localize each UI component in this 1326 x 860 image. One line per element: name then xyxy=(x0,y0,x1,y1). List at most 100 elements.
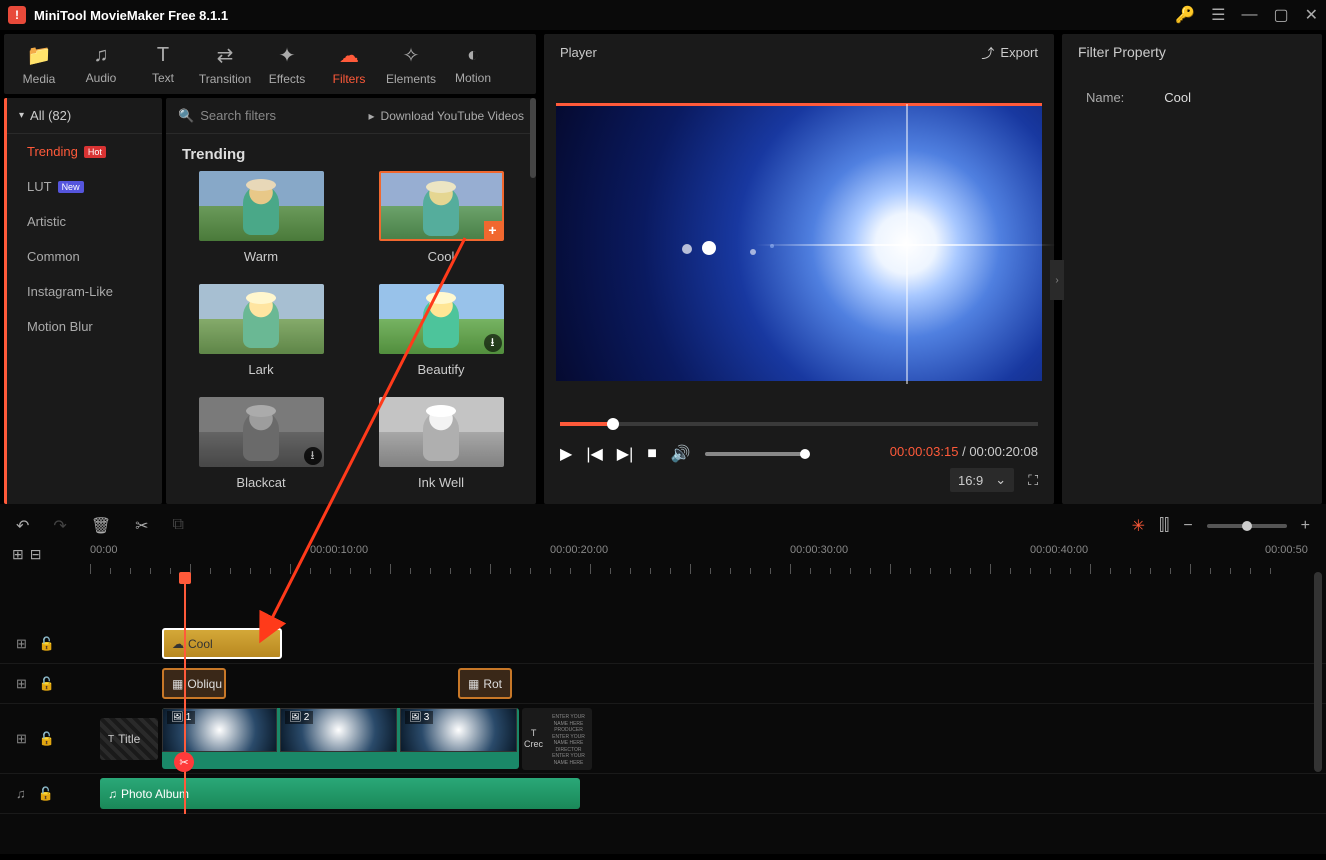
undo-button[interactable]: ↶ xyxy=(16,516,29,536)
app-logo: ! xyxy=(8,6,26,24)
transition-icon: ▦ xyxy=(172,677,183,691)
music-icon: ♫ xyxy=(16,786,26,801)
sidebar-header[interactable]: All (82) xyxy=(7,98,162,134)
image-icon: 🖼 xyxy=(409,712,422,723)
sidebar-item-common[interactable]: Common xyxy=(7,239,162,274)
titlebar: ! MiniTool MovieMaker Free 8.1.1 🔑 ☰ — ▢… xyxy=(0,0,1326,30)
sidebar-item-artistic[interactable]: Artistic xyxy=(7,204,162,239)
scissors-marker[interactable]: ✂ xyxy=(174,752,194,772)
hot-badge: Hot xyxy=(84,146,106,158)
timeline-ruler[interactable]: 00:00 00:00:10:00 00:00:20:00 00:00:30:0… xyxy=(90,544,1326,574)
app-title: MiniTool MovieMaker Free 8.1.1 xyxy=(34,8,228,23)
download-youtube-link[interactable]: ▸Download YouTube Videos xyxy=(369,109,524,123)
hamburger-icon[interactable]: ☰ xyxy=(1211,5,1225,25)
aspect-ratio-select[interactable]: 16:9⌄ xyxy=(950,468,1014,492)
magnet-button[interactable]: ⫿⫿ xyxy=(1159,517,1169,535)
filter-card-beautify[interactable]: ⭳Beautify xyxy=(366,284,516,377)
transition-icon: ▦ xyxy=(468,677,479,691)
clip-transition-rotate[interactable]: ▦Rot xyxy=(458,668,512,699)
tab-filters[interactable]: ☁Filters xyxy=(322,37,376,91)
split-button[interactable]: ✂ xyxy=(135,516,148,536)
clip-credits[interactable]: T Crec ENTER YOUR NAME HERE PRODUCER ENT… xyxy=(522,708,592,770)
lock-icon[interactable]: 🔓 xyxy=(38,786,54,802)
time-current: 00:00:03:15 xyxy=(890,444,959,459)
download-icon[interactable]: ⭳ xyxy=(304,447,322,465)
tab-motion[interactable]: ◐Motion xyxy=(446,37,500,91)
film-icon: ⊞ xyxy=(16,676,27,692)
filter-clip-icon: ☁ xyxy=(172,637,184,651)
download-icon[interactable]: ⭳ xyxy=(484,334,502,352)
volume-slider[interactable] xyxy=(705,452,805,456)
zoom-slider[interactable] xyxy=(1207,524,1287,528)
tab-media[interactable]: 📁Media xyxy=(12,37,66,91)
clip-title[interactable]: TTitle xyxy=(100,718,158,760)
track-video: ⊞ 🔓 TTitle 🖼1 🖼2 🖼3 T Crec ENTER YOUR NAM… xyxy=(0,704,1326,774)
add-track-icon[interactable]: ⊞ xyxy=(12,546,24,563)
next-frame-button[interactable]: ▶| xyxy=(617,444,633,464)
filter-grid-panel: 🔍Search filters ▸Download YouTube Videos… xyxy=(166,98,536,504)
search-icon: 🔍 xyxy=(178,108,194,124)
filter-card-warm[interactable]: Warm xyxy=(186,171,336,264)
filter-card-lark[interactable]: Lark xyxy=(186,284,336,377)
search-input[interactable]: 🔍Search filters xyxy=(178,108,276,124)
tab-effects[interactable]: ✦Effects xyxy=(260,37,314,91)
swap-icon: ⇄ xyxy=(217,43,234,68)
motion-icon: ◐ xyxy=(467,44,479,67)
sidebar-item-motion-blur[interactable]: Motion Blur xyxy=(7,309,162,344)
sidebar-item-trending[interactable]: TrendingHot xyxy=(7,134,162,169)
sidebar-item-lut[interactable]: LUTNew xyxy=(7,169,162,204)
close-icon[interactable]: ✕ xyxy=(1305,5,1318,25)
tab-transition[interactable]: ⇄Transition xyxy=(198,37,252,91)
property-name-label: Name: xyxy=(1086,90,1124,105)
auto-button[interactable]: ✳ xyxy=(1132,516,1145,536)
filter-card-blackcat[interactable]: ⭳Blackcat xyxy=(186,397,336,490)
remove-track-icon[interactable]: ⊟ xyxy=(30,546,42,563)
player-title: Player xyxy=(560,45,597,60)
property-title: Filter Property xyxy=(1062,34,1322,70)
prev-frame-button[interactable]: |◀ xyxy=(586,444,602,464)
property-panel: Filter Property Name: Cool xyxy=(1062,34,1322,504)
maximize-icon[interactable]: ▢ xyxy=(1273,5,1288,25)
minimize-icon[interactable]: — xyxy=(1241,6,1257,24)
collapse-handle[interactable]: › xyxy=(1050,260,1064,300)
property-name-value: Cool xyxy=(1164,90,1191,105)
tab-audio[interactable]: ♫Audio xyxy=(74,37,128,91)
add-filter-button[interactable]: + xyxy=(484,221,502,239)
timeline-scrollbar[interactable] xyxy=(1314,572,1322,772)
scrollbar[interactable] xyxy=(530,98,536,178)
time-total: 00:00:20:08 xyxy=(969,444,1038,459)
clip-audio[interactable]: ♫Photo Album xyxy=(100,778,580,809)
preview-canvas[interactable] xyxy=(556,103,1042,381)
key-icon[interactable]: 🔑 xyxy=(1175,5,1195,25)
volume-icon[interactable]: 🔊 xyxy=(671,444,691,464)
lock-icon[interactable]: 🔓 xyxy=(39,636,55,652)
tab-elements[interactable]: ✧Elements xyxy=(384,37,438,91)
progress-bar[interactable] xyxy=(560,422,1038,426)
music-icon: ♫ xyxy=(94,44,109,67)
folder-icon: 📁 xyxy=(27,43,52,68)
filter-card-inkwell[interactable]: Ink Well xyxy=(366,397,516,490)
film-icon: ⊞ xyxy=(16,731,27,747)
lock-icon[interactable]: 🔓 xyxy=(39,676,55,692)
delete-button[interactable]: 🗑 xyxy=(91,516,111,536)
playhead[interactable] xyxy=(184,574,186,814)
filter-card-cool[interactable]: +Cool xyxy=(366,171,516,264)
clip-filter-cool[interactable]: ☁Cool xyxy=(162,628,282,659)
tab-text[interactable]: TText xyxy=(136,37,190,91)
sidebar-item-instagram-like[interactable]: Instagram-Like xyxy=(7,274,162,309)
export-button[interactable]: ⤴Export xyxy=(981,43,1038,62)
crop-button[interactable]: ⧉ xyxy=(173,516,184,536)
fullscreen-button[interactable]: ⛶ xyxy=(1028,472,1038,489)
filter-categories: All (82) TrendingHot LUTNew Artistic Com… xyxy=(4,98,162,504)
text-icon: T xyxy=(157,44,169,67)
clip-video-main[interactable]: 🖼1 🖼2 🖼3 xyxy=(162,708,519,769)
zoom-in-button[interactable]: + xyxy=(1301,517,1310,535)
redo-button[interactable]: ↷ xyxy=(53,516,66,536)
play-button[interactable]: ▶ xyxy=(560,444,572,464)
stop-button[interactable]: ■ xyxy=(647,445,657,463)
zoom-out-button[interactable]: − xyxy=(1183,517,1192,535)
cloud-icon: ☁ xyxy=(339,43,359,68)
lock-icon[interactable]: 🔓 xyxy=(39,731,55,747)
clip-transition-oblique[interactable]: ▦Obliqu xyxy=(162,668,226,699)
star-icon: ✧ xyxy=(403,43,420,68)
